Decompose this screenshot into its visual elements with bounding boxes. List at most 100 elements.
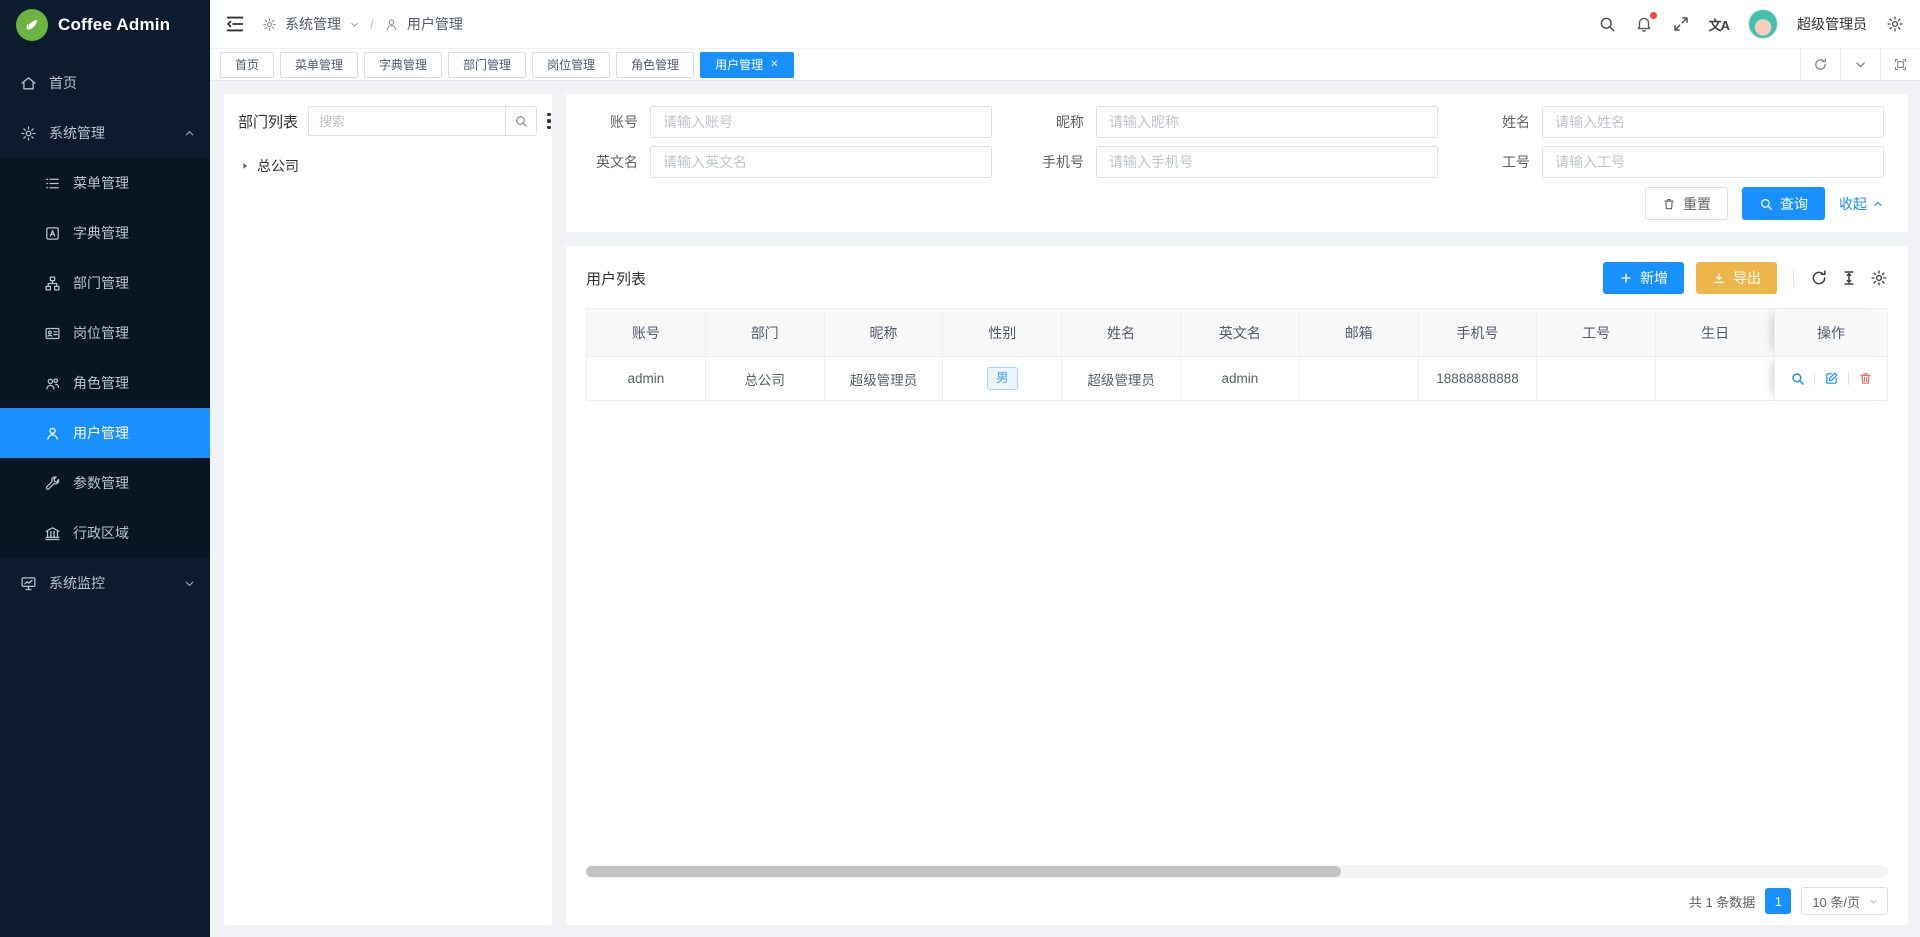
field-label: 姓名 [1470,112,1542,132]
kebab-menu-icon[interactable] [547,113,551,130]
breadcrumb-level1[interactable]: 系统管理 [285,14,341,34]
tree-node-company[interactable]: 总公司 [238,150,538,182]
id-badge-icon [44,325,61,342]
column-header[interactable]: 邮箱 [1299,309,1418,356]
notification-bell-icon[interactable] [1635,15,1653,33]
fullscreen-icon[interactable] [1672,15,1690,33]
cell-account: admin [586,356,705,401]
tab-home[interactable]: 首页 [220,52,274,78]
refresh-tab-icon[interactable] [1800,49,1840,80]
tab-dict-mgmt[interactable]: 字典管理 [364,52,442,78]
delete-icon[interactable] [1858,371,1873,386]
roles-icon [44,375,61,392]
column-header[interactable]: 昵称 [824,309,943,356]
settings-gear-icon[interactable] [1886,15,1904,33]
page-size-value: 10 条/页 [1812,892,1860,911]
horizontal-scrollbar[interactable] [586,865,1888,878]
sidebar-item-label: 角色管理 [73,373,129,393]
sidebar-item-monitor[interactable]: 系统监控 [0,558,210,608]
sidebar-item-post-mgmt[interactable]: 岗位管理 [0,308,210,358]
gender-tag: 男 [987,367,1018,389]
field-label: 昵称 [1024,112,1096,132]
sidebar-item-dept-mgmt[interactable]: 部门管理 [0,258,210,308]
edit-icon[interactable] [1824,371,1839,386]
view-detail-icon[interactable] [1790,371,1805,386]
tab-post-mgmt[interactable]: 岗位管理 [532,52,610,78]
collapse-form-link[interactable]: 收起 [1839,194,1884,214]
sidebar-item-home[interactable]: 首页 [0,58,210,108]
sidebar-submenu-system: 菜单管理 字典管理 部门管理 岗位管理 角色管理 用户管理 [0,158,210,558]
page-button-1[interactable]: 1 [1765,888,1791,914]
plus-icon [1619,271,1633,285]
column-header[interactable]: 姓名 [1061,309,1180,356]
export-button-label: 导出 [1733,268,1761,288]
tab-label: 首页 [235,56,259,73]
chevron-down-icon [1868,896,1879,907]
list-icon [44,175,61,192]
caret-right-icon[interactable] [240,161,250,171]
page-size-select[interactable]: 10 条/页 [1801,887,1888,915]
query-button[interactable]: 查询 [1742,187,1825,220]
tab-user-mgmt[interactable]: 用户管理 ✕ [700,52,793,78]
export-button[interactable]: 导出 [1696,262,1777,294]
chevron-up-icon [183,127,196,140]
account-field[interactable] [650,106,992,138]
column-settings-gear-icon[interactable] [1870,269,1888,287]
avatar[interactable] [1748,9,1778,39]
sidebar: Coffee Admin 首页 系统管理 菜单管理 字典管理 部门管理 [0,0,210,937]
column-header[interactable]: 工号 [1536,309,1655,356]
scrollbar-thumb[interactable] [586,866,1341,877]
menu-fold-icon[interactable] [224,13,246,35]
tab-close-icon[interactable]: ✕ [770,59,778,70]
maximize-view-icon[interactable] [1880,49,1920,80]
gear-icon [20,125,37,142]
tab-menu-chevron-icon[interactable] [1840,49,1880,80]
sidebar-item-param-mgmt[interactable]: 参数管理 [0,458,210,508]
column-header[interactable]: 部门 [705,309,824,356]
chevron-down-icon[interactable] [349,19,360,30]
refresh-table-icon[interactable] [1810,269,1828,287]
sidebar-item-role-mgmt[interactable]: 角色管理 [0,358,210,408]
user-icon [384,17,399,32]
tab-role-mgmt[interactable]: 角色管理 [616,52,694,78]
sidebar-item-dict-mgmt[interactable]: 字典管理 [0,208,210,258]
sidebar-item-menu-mgmt[interactable]: 菜单管理 [0,158,210,208]
app-logo: Coffee Admin [0,0,210,50]
english-name-field[interactable] [650,146,992,178]
breadcrumb: 系统管理 / 用户管理 [262,14,463,34]
column-header[interactable]: 账号 [586,309,705,356]
sidebar-item-label: 部门管理 [73,273,129,293]
table-title: 用户列表 [586,268,646,289]
translate-icon[interactable]: 文A [1709,15,1729,34]
department-search-group [308,106,537,136]
job-number-field[interactable] [1542,146,1884,178]
cell-phone: 18888888888 [1418,356,1537,401]
department-tree: 总公司 [238,150,538,182]
name-field[interactable] [1542,106,1884,138]
column-header[interactable]: 生日 [1655,309,1774,356]
sidebar-item-system[interactable]: 系统管理 [0,108,210,158]
phone-field[interactable] [1096,146,1438,178]
tab-dept-mgmt[interactable]: 部门管理 [448,52,526,78]
row-density-icon[interactable] [1840,269,1858,287]
department-search-button[interactable] [505,106,537,136]
column-header[interactable]: 手机号 [1418,309,1537,356]
column-header[interactable]: 英文名 [1180,309,1299,356]
cell-english-name: admin [1180,356,1299,401]
reset-button[interactable]: 重置 [1645,187,1728,220]
cell-email [1299,356,1418,401]
tab-menu-mgmt[interactable]: 菜单管理 [280,52,358,78]
form-item-phone: 手机号 [1024,146,1438,178]
sidebar-item-admin-region[interactable]: 行政区域 [0,508,210,558]
sidebar-item-user-mgmt[interactable]: 用户管理 [0,408,210,458]
current-user-name[interactable]: 超级管理员 [1797,14,1867,34]
cell-gender: 男 [942,356,1061,401]
form-item-name: 姓名 [1470,106,1884,138]
user-table: 账号 部门 昵称 性别 姓名 英文名 邮箱 手机号 工号 生日 操作 admin [586,308,1888,401]
department-search-input[interactable] [308,106,505,136]
column-header[interactable]: 性别 [942,309,1061,356]
search-icon[interactable] [1598,15,1616,33]
add-user-button[interactable]: 新增 [1603,262,1684,294]
nickname-field[interactable] [1096,106,1438,138]
search-icon [514,114,528,128]
